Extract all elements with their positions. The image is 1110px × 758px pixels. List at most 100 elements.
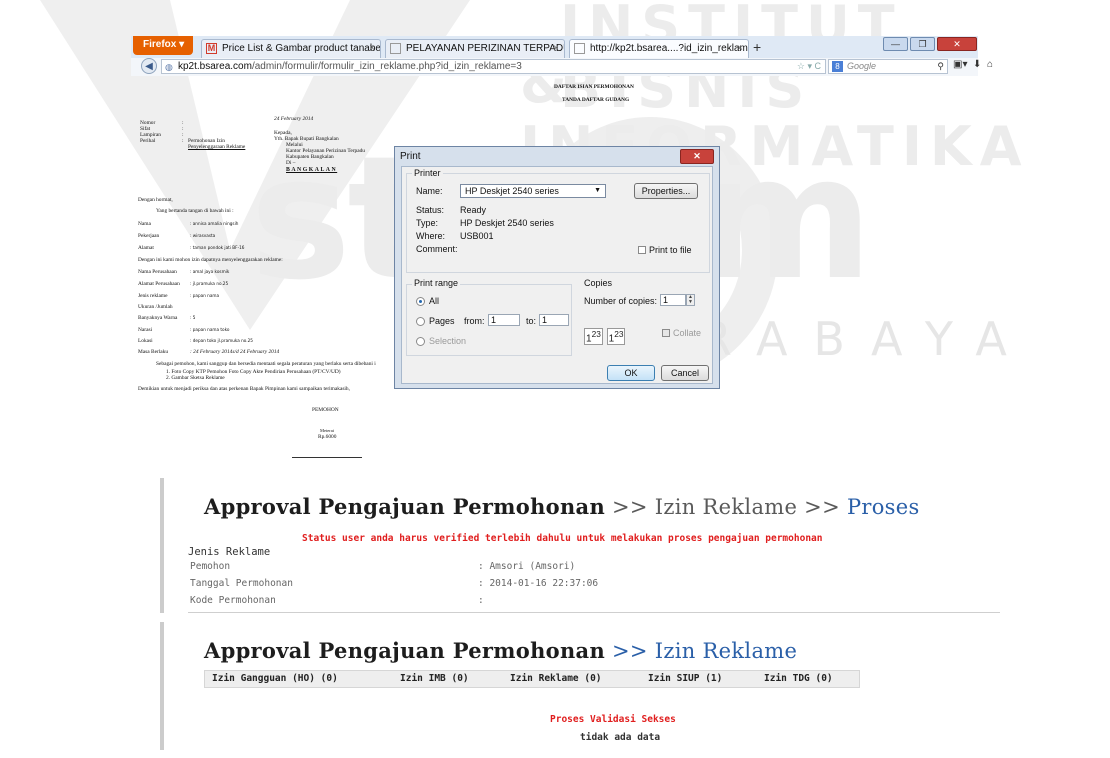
close-icon[interactable]: ✕: [680, 149, 714, 164]
dialog-body: Printer Name: HP Deskjet 2540 series ▼ P…: [401, 166, 713, 384]
tab-label: PELAYANAN PERIZINAN TERPADU<: [406, 43, 565, 54]
perihal-line-2: Penyelenggaraan Reklame: [188, 144, 246, 150]
globe-icon: ◍: [165, 62, 173, 72]
tab-label: http://kp2t.bsarea....?id_izin_reklame=3: [590, 43, 749, 54]
search-placeholder: Google: [847, 61, 877, 71]
type-value: HP Deskjet 2540 series: [460, 218, 554, 228]
collate-checkbox[interactable]: [662, 329, 670, 337]
breadcrumb-current: Proses: [846, 495, 920, 519]
field-value: : papan nama: [190, 293, 220, 298]
tab-izin-gangguan[interactable]: Izin Gangguan (HO) (0): [212, 673, 338, 684]
new-tab-icon[interactable]: +: [753, 39, 761, 55]
print-to-file-checkbox[interactable]: [638, 246, 646, 254]
cancel-button[interactable]: Cancel: [661, 365, 709, 381]
tab-izin-reklame[interactable]: http://kp2t.bsarea....?id_izin_reklame=3…: [569, 39, 749, 58]
download-icon[interactable]: ⬇: [973, 59, 981, 70]
all-label: All: [429, 296, 440, 306]
firefox-menu-button[interactable]: Firefox ▾: [133, 36, 193, 55]
tab-price-list[interactable]: M Price List & Gambar product tanabe -..…: [201, 39, 381, 58]
greeting: Dengan hormat,: [138, 197, 173, 203]
maximize-icon[interactable]: ❐: [910, 37, 935, 51]
window-close-icon[interactable]: ✕: [937, 37, 977, 51]
gmail-icon: M: [206, 43, 217, 54]
tab-izin-imb[interactable]: Izin IMB (0): [400, 673, 469, 684]
row-value: : Amsori (Amsori): [478, 561, 576, 572]
search-icon[interactable]: ⚲: [937, 60, 944, 73]
tab-izin-reklame[interactable]: Izin Reklame (0): [510, 673, 602, 684]
bookmark-star-icon[interactable]: ☆ ▾ C: [797, 60, 821, 73]
copies-label: Number of copies:: [584, 296, 658, 306]
field-value: : wirasvasta: [190, 233, 216, 238]
copies-input[interactable]: 1: [660, 294, 686, 306]
breadcrumb: >> Izin Reklame >>: [612, 495, 840, 519]
row-label: Tanggal Permohonan: [190, 578, 293, 589]
copies-spinner[interactable]: ▲ ▼: [686, 294, 695, 306]
field-label: Jenis reklame: [138, 293, 168, 299]
panel-left-border: [160, 478, 164, 613]
approval-list-panel: Approval Pengajuan Permohonan >> Izin Re…: [160, 622, 1010, 752]
permit-form-document: DAFTAR ISIAN PERMOHONAN TANDA DAFTAR GUD…: [136, 84, 634, 464]
search-input[interactable]: 8 Google ⚲: [828, 59, 948, 74]
back-arrow-icon[interactable]: ◀: [141, 58, 157, 74]
close-tab-icon[interactable]: ×: [737, 40, 743, 58]
from-label: from:: [464, 316, 485, 326]
status-label: Status:: [416, 205, 445, 215]
row-value: : 2014-01-16 22:37:06: [478, 578, 599, 589]
selection-label: Selection: [429, 336, 467, 346]
close-tab-icon[interactable]: ×: [553, 40, 559, 58]
address-bar[interactable]: ◍ kp2t.bsarea.com/admin/formulir/formuli…: [161, 59, 826, 74]
field-label: Narasi: [138, 327, 153, 333]
pages-radio[interactable]: [416, 317, 425, 326]
close-tab-icon[interactable]: ×: [369, 40, 375, 58]
properties-button[interactable]: Properties...: [634, 183, 698, 199]
minimize-icon[interactable]: —: [883, 37, 908, 51]
kepada-2: Yth. Bapak Bupati Bangkalan: [274, 136, 339, 142]
no-data-message: tidak ada data: [580, 732, 661, 743]
type-label: Type:: [416, 218, 439, 228]
title-text: Approval Pengajuan Permohonan: [204, 638, 606, 663]
all-radio[interactable]: [416, 297, 425, 306]
printer-select[interactable]: HP Deskjet 2540 series ▼: [460, 184, 606, 198]
doc-header-1: DAFTAR ISIAN PERMOHONAN: [554, 84, 634, 90]
row-label: Pemohon: [190, 561, 231, 572]
field-label: Pekerjaan: [138, 233, 160, 239]
tab-izin-tdg[interactable]: Izin TDG (0): [764, 673, 833, 684]
ok-button[interactable]: OK: [607, 365, 655, 381]
statement: Sebagai pemohon, kami sanggup dan bersed…: [156, 361, 376, 367]
verification-warning: Status user anda harus verified terlebih…: [302, 533, 823, 544]
closing: Demikian untuk menjadi periksa dan atas …: [138, 386, 350, 392]
field-label: Nama Perusahaan: [138, 269, 177, 275]
colon-4: :: [182, 138, 184, 144]
field-value: : 5: [190, 315, 196, 320]
page-icon: [390, 43, 401, 54]
print-to-file-label: Print to file: [649, 245, 692, 255]
request-line: Dengan ini kami mohon izin dapatnya meny…: [138, 257, 283, 263]
breadcrumb: >> Izin Reklame: [612, 639, 798, 663]
to-input[interactable]: 1: [539, 314, 569, 326]
divider: [188, 612, 1000, 613]
selection-radio[interactable]: [416, 337, 425, 346]
where-value: USB001: [460, 231, 494, 241]
from-input[interactable]: 1: [488, 314, 520, 326]
field-value: : taman pondok jati BF-16: [190, 245, 245, 250]
attachment-2: 2. Gambar Sketsa Reklame: [166, 375, 225, 381]
field-value: : papan nama toko: [190, 327, 230, 332]
tab-izin-siup[interactable]: Izin SIUP (1): [648, 673, 722, 684]
bookmarks-icon[interactable]: ▣▾: [953, 59, 967, 70]
doc-header-2: TANDA DAFTAR GUDANG: [562, 97, 630, 103]
tab-bar: Firefox ▾ M Price List & Gambar product …: [131, 36, 978, 58]
field-value: : 24 February 2014s/d 24 February 2014: [190, 349, 280, 355]
print-range-label: Print range: [412, 278, 461, 288]
field-label: Ukuran /Jumlah: [138, 304, 173, 310]
home-icon[interactable]: ⌂: [987, 59, 993, 70]
signer: PEMOHON: [312, 407, 339, 413]
field-label: Alamat: [138, 245, 154, 251]
tab-pelayanan[interactable]: PELAYANAN PERIZINAN TERPADU< ×: [385, 39, 565, 58]
panel-left-border: [160, 622, 164, 750]
field-label: Banyaknya Warna: [138, 315, 178, 321]
field-value: : annisa amalia ningsih: [190, 221, 239, 226]
stamp-line-2: Rp.6000: [318, 434, 337, 440]
navigation-bar: ◀ ◍ kp2t.bsarea.com/admin/formulir/formu…: [131, 58, 993, 76]
chevron-down-icon: ▼: [594, 187, 601, 194]
collate-pages-icon: 123 123: [584, 328, 626, 346]
